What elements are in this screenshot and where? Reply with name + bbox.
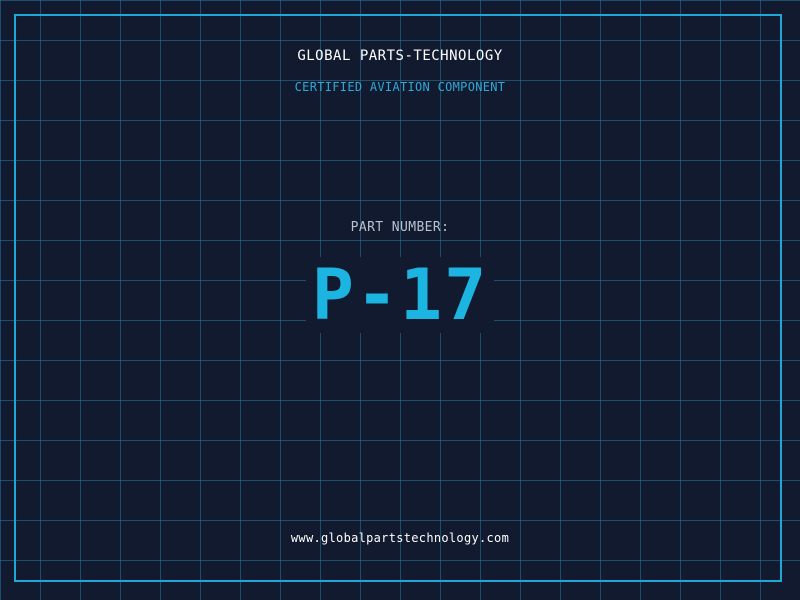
part-label-card: GLOBAL PARTS-TECHNOLOGY CERTIFIED AVIATI… — [0, 0, 800, 600]
brand-tagline: CERTIFIED AVIATION COMPONENT — [294, 80, 506, 94]
part-number-value: P-17 — [311, 254, 489, 336]
website-link[interactable]: www.globalpartstechnology.com — [0, 531, 800, 545]
brand-name: GLOBAL PARTS-TECHNOLOGY — [297, 48, 503, 64]
part-number-label: PART NUMBER: — [350, 220, 450, 235]
part-number-display: P-17 — [306, 257, 494, 333]
